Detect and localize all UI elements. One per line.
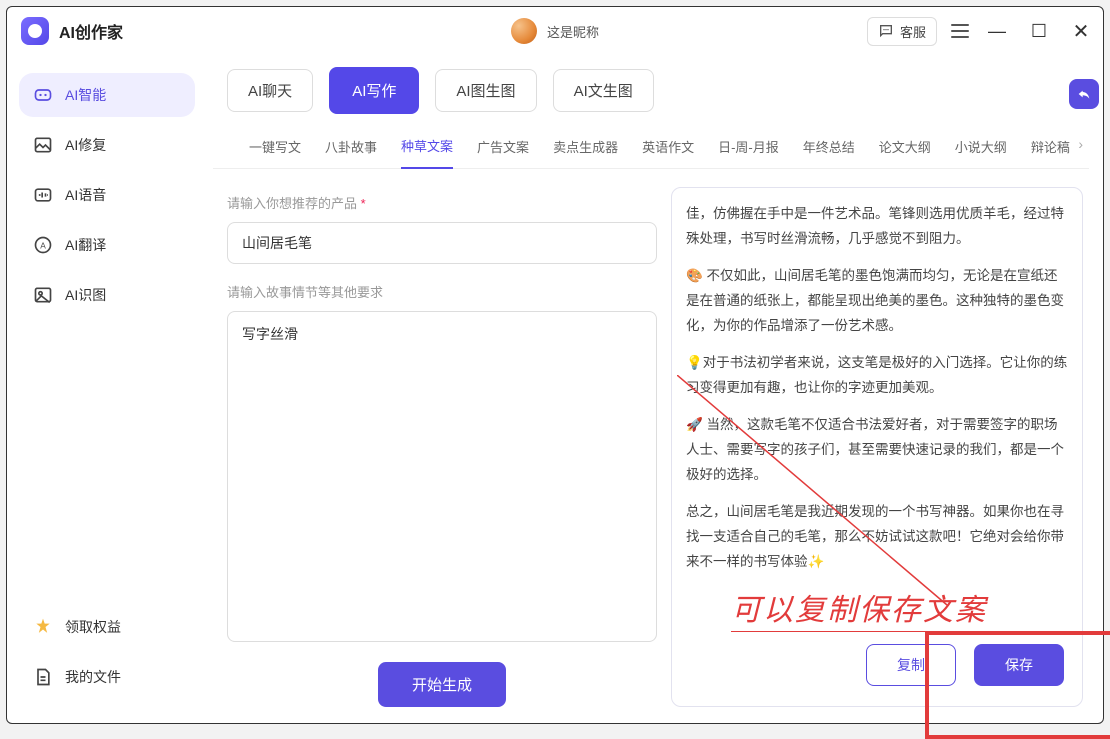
sidebar-item-ai-smart[interactable]: AI智能 [19, 73, 195, 117]
user-chip[interactable]: 这是昵称 [511, 18, 599, 44]
content-area: 请输入你想推荐的产品 * 请输入故事情节等其他要求 开始生成 佳，仿佛握在手中是… [213, 169, 1089, 723]
stab[interactable]: 英语作文 [642, 137, 694, 168]
product-input[interactable] [227, 222, 657, 264]
sparkle-icon [33, 85, 53, 105]
stab[interactable]: 一键写文 [249, 137, 301, 168]
stab[interactable]: 卖点生成器 [553, 137, 618, 168]
window-maximize-button[interactable]: ☐ [1025, 21, 1053, 42]
svg-text:A: A [40, 240, 46, 250]
main-panel: AI聊天 AI写作 AI图生图 AI文生图 一键写文 八卦故事 种草文案 广告文… [207, 55, 1103, 723]
generate-button[interactable]: 开始生成 [378, 662, 506, 707]
sidebar-item-ai-image[interactable]: AI识图 [19, 273, 195, 317]
sidebar-item-label: AI识图 [65, 285, 106, 305]
image-repair-icon [33, 135, 53, 155]
share-back-button[interactable] [1069, 79, 1099, 109]
image-recognition-icon [33, 285, 53, 305]
output-paragraph: 🚀 当然，这款毛笔不仅适合书法爱好者，对于需要签字的职场人士、需要写字的孩子们，… [686, 413, 1068, 488]
output-column: 佳，仿佛握在手中是一件艺术品。笔锋则选用优质羊毛，经过特殊处理，书写时丝滑流畅，… [671, 187, 1083, 707]
stab[interactable]: 年终总结 [803, 137, 855, 168]
sidebar-item-label: AI修复 [65, 135, 106, 155]
stab[interactable]: 小说大纲 [955, 137, 1007, 168]
output-actions: 复制 保存 [686, 628, 1082, 692]
stab[interactable]: 日-周-月报 [718, 137, 779, 168]
avatar [511, 18, 537, 44]
form-column: 请输入你想推荐的产品 * 请输入故事情节等其他要求 开始生成 [227, 187, 657, 707]
detail-textarea[interactable] [227, 311, 657, 642]
tab-ai-img2img[interactable]: AI图生图 [435, 69, 536, 112]
save-button[interactable]: 保存 [974, 644, 1064, 686]
reply-icon [1076, 86, 1092, 102]
window-close-button[interactable]: ✕ [1067, 19, 1095, 44]
chat-icon [878, 23, 894, 39]
app-logo [21, 17, 49, 45]
voice-icon [33, 185, 53, 205]
nickname: 这是昵称 [547, 22, 599, 41]
stab[interactable]: 八卦故事 [325, 137, 377, 168]
output-paragraph: 💡对于书法初学者来说，这支笔是极好的入门选择。它让你的练习变得更加有趣，也让你的… [686, 351, 1068, 401]
sidebar-item-ai-voice[interactable]: AI语音 [19, 173, 195, 217]
tab-ai-txt2img[interactable]: AI文生图 [553, 69, 654, 112]
detail-field-label: 请输入故事情节等其他要求 [227, 282, 657, 301]
file-icon [33, 667, 53, 687]
window-minimize-button[interactable]: — [983, 21, 1011, 42]
primary-tabs: AI聊天 AI写作 AI图生图 AI文生图 [213, 67, 1089, 126]
titlebar: AI创作家 这是昵称 客服 — ☐ ✕ [7, 7, 1103, 55]
sidebar-item-ai-repair[interactable]: AI修复 [19, 123, 195, 167]
product-field-label: 请输入你想推荐的产品 * [227, 193, 657, 212]
gift-icon [33, 617, 53, 637]
tab-ai-chat[interactable]: AI聊天 [227, 69, 313, 112]
stab[interactable]: 论文大纲 [879, 137, 931, 168]
sidebar-item-label: 领取权益 [65, 617, 121, 637]
tab-ai-write[interactable]: AI写作 [329, 67, 419, 114]
output-paragraph: 🎨 不仅如此，山间居毛笔的墨色饱满而均匀，无论是在宣纸还是在普通的纸张上，都能呈… [686, 264, 1068, 339]
app-window: AI创作家 这是昵称 客服 — ☐ ✕ AI智能 [6, 6, 1104, 724]
sidebar-item-my-files[interactable]: 我的文件 [19, 655, 195, 699]
sidebar-item-rewards[interactable]: 领取权益 [19, 605, 195, 649]
tabs-more-icon[interactable]: › [1078, 136, 1083, 152]
output-paragraph: 总之，山间居毛笔是我近期发现的一个书写神器。如果你也在寻找一支适合自己的毛笔，那… [686, 500, 1068, 575]
sidebar: AI智能 AI修复 AI语音 A AI翻译 [7, 55, 207, 723]
support-button[interactable]: 客服 [867, 17, 937, 46]
copy-button[interactable]: 复制 [866, 644, 956, 686]
output-text[interactable]: 佳，仿佛握在手中是一件艺术品。笔锋则选用优质羊毛，经过特殊处理，书写时丝滑流畅，… [686, 202, 1082, 628]
secondary-tabs: 一键写文 八卦故事 种草文案 广告文案 卖点生成器 英语作文 日-周-月报 年终… [213, 126, 1089, 169]
stab[interactable]: 辩论稿 [1031, 137, 1070, 168]
output-paragraph: 佳，仿佛握在手中是一件艺术品。笔锋则选用优质羊毛，经过特殊处理，书写时丝滑流畅，… [686, 202, 1068, 252]
app-title: AI创作家 [59, 19, 123, 43]
stab-active[interactable]: 种草文案 [401, 136, 453, 169]
support-label: 客服 [900, 22, 926, 41]
sidebar-item-ai-translate[interactable]: A AI翻译 [19, 223, 195, 267]
translate-icon: A [33, 235, 53, 255]
sidebar-item-label: AI智能 [65, 85, 106, 105]
sidebar-item-label: AI翻译 [65, 235, 106, 255]
hamburger-icon[interactable] [951, 24, 969, 38]
sidebar-item-label: AI语音 [65, 185, 106, 205]
stab[interactable]: 广告文案 [477, 137, 529, 168]
sidebar-item-label: 我的文件 [65, 667, 121, 687]
